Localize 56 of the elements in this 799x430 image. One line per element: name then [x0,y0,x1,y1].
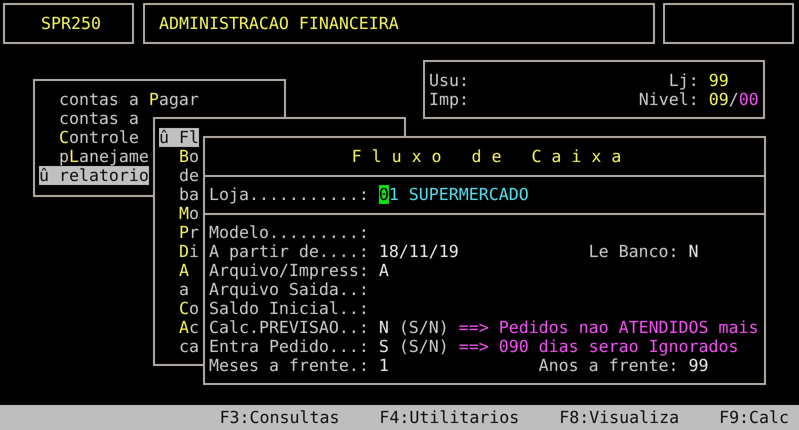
store-label: Lj: [668,71,699,90]
submenu-item[interactable]: de [178,166,199,185]
field-value[interactable]: 99 [688,356,709,375]
menu-item[interactable]: û relatorio [39,166,149,185]
field-value[interactable]: N [688,242,699,261]
store-value: 99 [708,71,729,90]
function-key-shortcut[interactable]: F4:Utilitarios [379,408,520,427]
submenu-item[interactable]: Bo [178,147,199,166]
level-max: 00 [738,90,759,109]
system-title: ADMINISTRACAO FINANCEIRA [159,14,399,33]
menu-item[interactable]: pLanejame [58,147,149,166]
submenu-item[interactable]: Mo [178,204,199,223]
menu-item[interactable]: contas a Pagar [58,90,199,109]
field-value[interactable]: N [378,318,389,337]
field-label: Arquivo Saida..: [209,280,370,299]
field-label: Saldo Inicial..: [209,299,370,318]
field-label: Entra Pedido...: [209,337,370,356]
field-label: A partir de....: [209,242,370,261]
field-label: Meses a frente.: [209,356,370,375]
option-hint: (S/N) [398,318,449,337]
submenu-item[interactable]: ba [178,185,199,204]
field-label: Le Banco: [588,242,679,261]
printer-label: Imp: [429,90,470,109]
field-value[interactable]: S [378,337,389,356]
submenu-item[interactable]: Ac [178,318,199,337]
field-label: Arquivo/Impress: [209,261,370,280]
submenu-item[interactable]: a [178,280,189,299]
field-note: ==> 090 dias serao Ignorados [458,337,738,356]
store-field[interactable]: 1 SUPERMERCADO [388,185,529,204]
menu-item[interactable]: contas a [58,109,139,128]
level-value: 09 [708,90,729,109]
submenu-item[interactable]: Co [178,299,199,318]
function-key-shortcut[interactable]: F9:Calc [719,408,790,427]
field-label: Calc.PREVISAO..: [209,318,370,337]
submenu-item[interactable]: Di [178,242,199,261]
field-label: Anos a frente: [538,356,679,375]
field-label: Modelo.........: [209,223,370,242]
field-value[interactable]: 18/11/19 [378,242,589,261]
option-hint: (S/N) [398,337,449,356]
submenu-item[interactable]: Pr [178,223,199,242]
text-cursor: 0 [378,185,389,204]
submenu-item[interactable]: û Fl [159,128,199,147]
submenu-item[interactable]: A [178,261,189,280]
level-separator: / [728,90,739,109]
user-label: Usu: [429,71,470,90]
program-code: SPR250 [41,14,101,33]
field-value[interactable]: A [378,261,389,280]
field-note: ==> Pedidos nao ATENDIDOS mais [458,318,758,337]
submenu-item[interactable]: ca [178,337,199,356]
menu-item[interactable]: Controle [58,128,139,147]
function-key-shortcut[interactable]: F8:Visualiza [559,408,680,427]
level-label: Nivel: [638,90,699,109]
field-label: Loja...........: [209,185,370,204]
function-key-shortcut[interactable]: F3:Consultas [220,408,340,427]
dialog-title: F l u x o d e C a i x a [352,147,622,166]
field-value[interactable]: 1 [378,356,539,375]
